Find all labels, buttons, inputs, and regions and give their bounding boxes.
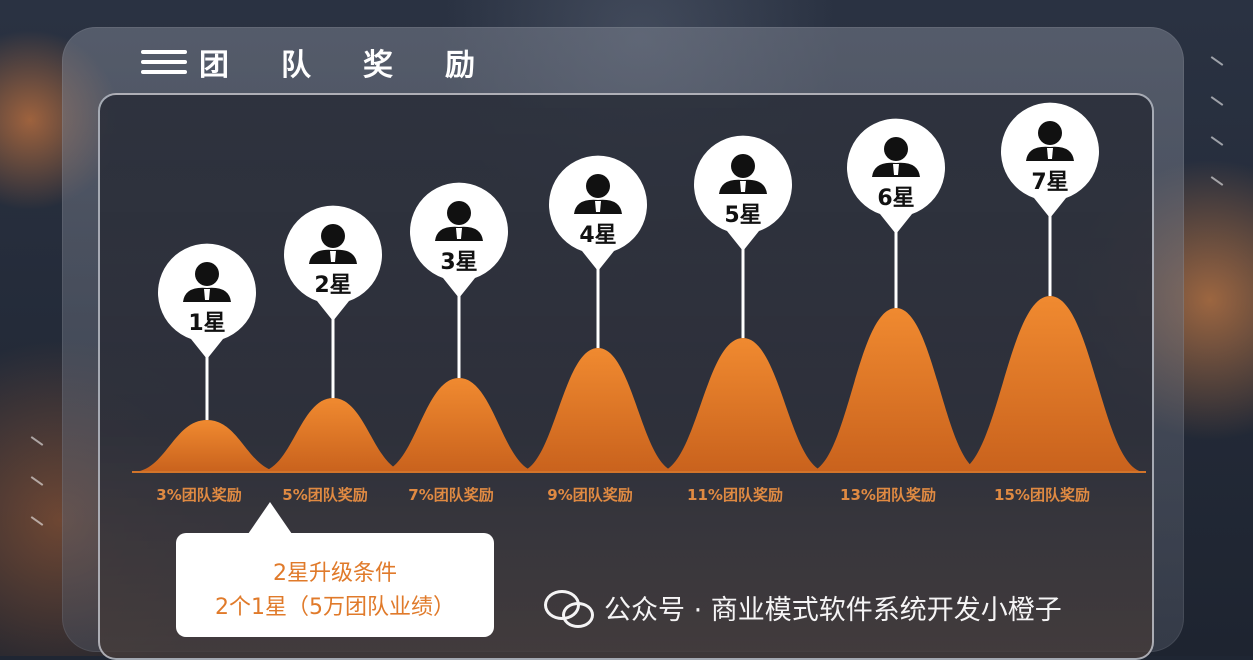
reward-label: 5%团队奖励 <box>282 486 367 504</box>
star-label: 4星 <box>579 223 616 248</box>
mountain-4 <box>518 348 678 472</box>
level-pin-1: 1星 <box>158 243 256 359</box>
reward-label: 15%团队奖励 <box>994 486 1090 504</box>
level-pin-6: 6星 <box>847 118 945 234</box>
mountain-2 <box>258 398 408 472</box>
callout-pointer <box>248 502 292 534</box>
callout-title: 2星升级条件 <box>273 561 397 586</box>
level-pin-2: 2星 <box>284 205 383 321</box>
star-label: 5星 <box>724 203 761 228</box>
callout-detail: 2个1星（5万团队业绩） <box>215 595 455 620</box>
reward-label: 13%团队奖励 <box>840 486 936 504</box>
star-label: 3星 <box>440 250 477 275</box>
level-pin-7: 7星 <box>1001 102 1099 218</box>
level-pin-3: 3星 <box>410 182 508 298</box>
mountain-5 <box>658 338 828 472</box>
reward-label: 3%团队奖励 <box>156 486 241 504</box>
upgrade-callout: 2星升级条件 2个1星（5万团队业绩） <box>176 533 494 637</box>
watermark: 公众号 · 商业模式软件系统开发小橙子 <box>544 585 1062 629</box>
level-pin-5: 5星 <box>694 135 792 251</box>
star-label: 2星 <box>314 273 351 298</box>
wechat-icon <box>544 588 594 628</box>
mountain-7 <box>955 296 1145 472</box>
star-label: 1星 <box>188 311 225 336</box>
reward-label: 9%团队奖励 <box>547 486 632 504</box>
star-label: 6星 <box>877 186 914 211</box>
watermark-text: 公众号 · 商业模式软件系统开发小橙子 <box>604 594 1062 626</box>
mountain-3 <box>379 378 539 472</box>
reward-label: 7%团队奖励 <box>408 486 493 504</box>
mountain-6 <box>808 308 984 472</box>
reward-label: 11%团队奖励 <box>687 486 783 504</box>
level-pin-4: 4星 <box>549 155 647 271</box>
star-label: 7星 <box>1031 170 1068 195</box>
mountain-1 <box>132 420 282 472</box>
